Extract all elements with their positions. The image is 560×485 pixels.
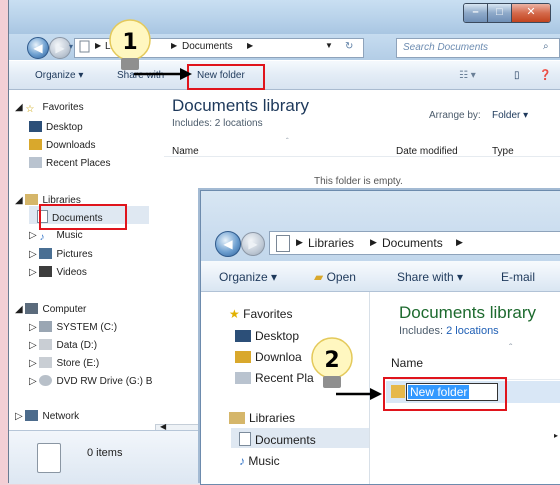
minimize-button[interactable]: –: [464, 4, 488, 22]
maximize-button[interactable]: □: [488, 4, 512, 22]
computer-icon: [25, 303, 39, 314]
command-bar: Organize ▾ Share with New folder ☷ ▾ ▯ ❓: [9, 61, 560, 90]
star-icon: ★: [229, 307, 240, 321]
downloads-icon: [29, 139, 42, 150]
close-button[interactable]: ✕: [512, 4, 550, 22]
videos-icon: [39, 266, 53, 277]
zoomed-nav-favorites[interactable]: ★ Favorites: [229, 307, 292, 321]
scroll-right-icon[interactable]: ▸: [554, 431, 558, 440]
zoomed-forward-button[interactable]: ▶: [241, 232, 265, 256]
zoomed-locations-link[interactable]: 2 locations: [446, 325, 499, 337]
zoomed-library-title: Documents library: [399, 303, 536, 322]
highlight-new-folder-rename: [383, 377, 507, 411]
zoomed-column-name[interactable]: Name: [391, 356, 423, 370]
zoomed-email-button[interactable]: E-mail: [501, 270, 535, 284]
organize-button[interactable]: Organize ▾: [35, 70, 83, 81]
document-icon: [37, 443, 61, 473]
zoomed-open-button[interactable]: ▰ Open: [314, 270, 356, 284]
callout-step-1: 1: [100, 18, 210, 83]
search-input[interactable]: Search Documents: [403, 42, 488, 53]
zoomed-nav-music[interactable]: ♪ Music: [239, 454, 280, 468]
zoomed-crumb-documents[interactable]: Documents: [382, 236, 443, 250]
zoomed-nav-documents[interactable]: Documents: [239, 432, 316, 447]
navigation-pane: ◢ ☆ Favorites Desktop Downloads Recent Pl…: [9, 90, 159, 430]
nav-system-c[interactable]: ▷ SYSTEM (C:): [29, 321, 117, 333]
nav-favorites[interactable]: ◢ ☆ Favorites: [15, 102, 84, 115]
address-folder-icon: [79, 40, 91, 56]
desktop-icon: [29, 121, 42, 132]
arrange-by-dropdown[interactable]: Folder ▾: [492, 110, 528, 121]
libraries-icon: [229, 412, 245, 424]
arrange-by-label: Arrange by:: [429, 110, 481, 121]
zoomed-back-button[interactable]: ◀: [215, 231, 241, 257]
nav-videos[interactable]: ▷ Videos: [29, 266, 87, 278]
nav-desktop[interactable]: Desktop: [29, 121, 83, 133]
nav-dvd-drive[interactable]: ▷ DVD RW Drive (G:) B: [29, 375, 152, 387]
zoomed-nav-downloads[interactable]: Downloa: [235, 350, 302, 364]
item-count: 0 items: [87, 447, 123, 459]
help-icon[interactable]: ❓: [539, 70, 551, 81]
recent-places-icon: [235, 372, 251, 384]
zoomed-nav-desktop[interactable]: Desktop: [235, 329, 299, 343]
zoomed-address-bar[interactable]: ▶ Libraries ▶ Documents ▶: [269, 231, 560, 255]
callout-number-1: 1: [122, 30, 137, 55]
column-date-modified[interactable]: Date modified: [396, 146, 458, 157]
library-includes: Includes: 2 locations: [172, 118, 263, 129]
search-icon: ⌕: [543, 41, 549, 52]
libraries-icon: [25, 194, 39, 205]
sort-arrow-icon: ˆ: [286, 137, 289, 146]
search-box[interactable]: Search Documents ⌕: [396, 38, 560, 58]
highlight-documents: [39, 204, 127, 230]
zoomed-command-bar: Organize ▾ ▰ Open Share with ▾ E-mail: [201, 261, 560, 292]
zoomed-crumb-libraries[interactable]: Libraries: [308, 236, 354, 250]
library-title: Documents library: [172, 96, 309, 115]
desktop-icon: [235, 330, 251, 342]
music-icon: ♪: [39, 232, 45, 243]
recent-pages-chevron-icon[interactable]: ▾: [69, 42, 73, 51]
callout-number-2: 2: [324, 348, 339, 373]
nav-network[interactable]: ▷ Network: [15, 410, 79, 422]
refresh-icon[interactable]: ↻: [345, 41, 353, 52]
nav-pictures[interactable]: ▷ Pictures: [29, 248, 93, 260]
drive-icon: [39, 357, 53, 368]
nav-music[interactable]: ▷ ♪ Music: [29, 230, 83, 243]
sort-arrow-icon: ˆ: [509, 343, 513, 354]
network-icon: [25, 410, 39, 421]
empty-folder-message: This folder is empty.: [314, 176, 403, 187]
drive-icon: [39, 339, 53, 350]
forward-button[interactable]: ▶: [49, 37, 71, 59]
column-type[interactable]: Type: [492, 146, 514, 157]
title-bar: – □ ✕: [9, 0, 560, 34]
pictures-icon: [39, 248, 53, 259]
lightbulb-arrow-icon: 2: [311, 337, 382, 400]
lightbulb-arrow-icon: 1: [109, 19, 192, 80]
recent-places-icon: [29, 157, 42, 168]
documents-icon: [239, 432, 251, 446]
dvd-icon: [39, 375, 53, 386]
back-button[interactable]: ◀: [27, 37, 49, 59]
view-options-icon[interactable]: ☷ ▾: [459, 70, 476, 81]
zoomed-nav-libraries[interactable]: Libraries: [229, 411, 295, 425]
zoomed-organize-button[interactable]: Organize ▾: [219, 270, 277, 284]
zoomed-nav-recent-places[interactable]: Recent Pla: [235, 371, 314, 385]
zoomed-address-area: ◀ ▶ ▶ Libraries ▶ Documents ▶: [201, 191, 560, 261]
address-dropdown-icon[interactable]: ▼: [325, 41, 333, 50]
column-name[interactable]: Name: [172, 146, 199, 157]
address-folder-icon: [276, 235, 290, 252]
nav-recent-places[interactable]: Recent Places: [29, 157, 110, 169]
zoomed-share-with-button[interactable]: Share with ▾: [397, 270, 463, 284]
music-icon: ♪: [239, 454, 245, 468]
nav-computer[interactable]: ◢ Computer: [15, 303, 86, 315]
downloads-icon: [235, 351, 251, 363]
star-icon: ☆: [25, 104, 35, 115]
nav-data-d[interactable]: ▷ Data (D:): [29, 339, 97, 351]
callout-step-2: 2: [304, 336, 394, 405]
nav-downloads[interactable]: Downloads: [29, 139, 95, 151]
caption-buttons: – □ ✕: [463, 3, 551, 23]
drive-icon: [39, 321, 53, 332]
open-folder-icon: ▰: [314, 270, 324, 284]
nav-store-e[interactable]: ▷ Store (E:): [29, 357, 99, 369]
preview-pane-icon[interactable]: ▯: [514, 70, 520, 81]
zoomed-library-includes: Includes: 2 locations: [399, 325, 499, 337]
